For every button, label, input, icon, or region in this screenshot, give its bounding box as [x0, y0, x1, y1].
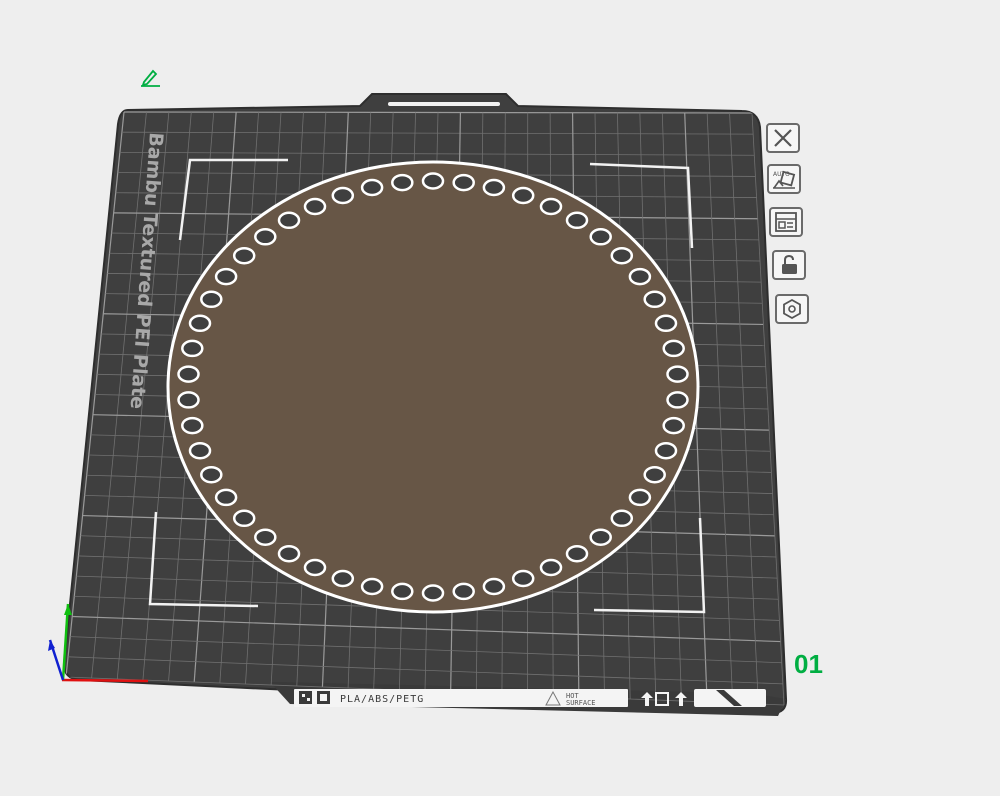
disc-hole: [482, 178, 506, 197]
plate-handle-slot: [388, 102, 500, 106]
disc-hole: [662, 339, 685, 358]
arrange-icon: [775, 212, 797, 232]
disc-hole: [188, 441, 212, 460]
disc-hole: [391, 173, 414, 192]
disc-hole: [589, 528, 612, 546]
disc-hole: [181, 339, 204, 358]
lock-plate-button[interactable]: [772, 250, 806, 280]
auto-orient-button[interactable]: AUTO: [767, 164, 801, 194]
disc-hole: [628, 267, 652, 286]
disc-hole: [331, 186, 355, 205]
disc-hole: [360, 577, 384, 596]
disc-hole: [277, 544, 301, 563]
unlock-icon: [782, 254, 797, 274]
disc-hole: [177, 365, 200, 383]
disc-hole: [421, 584, 445, 602]
disc-hole: [277, 211, 301, 230]
disc-hole: [565, 211, 589, 230]
disc-hole: [303, 558, 327, 577]
disc-hole: [539, 558, 563, 577]
disc-hole: [452, 173, 475, 192]
disc-hole: [662, 416, 685, 435]
disc-hole: [331, 569, 355, 588]
disc-object[interactable]: [166, 160, 700, 614]
hot-label-line2: SURFACE: [566, 699, 596, 707]
disc-hole: [666, 391, 689, 409]
disc-hole: [360, 178, 384, 197]
disc-hole: [181, 416, 204, 435]
disc-hole: [200, 465, 223, 484]
filament-label: PLA/ABS/PETG: [340, 694, 424, 705]
disc-hole: [654, 441, 678, 460]
disc-hole: [643, 290, 666, 309]
auto-orient-icon: AUTO: [773, 170, 796, 189]
disc-hole: [628, 488, 652, 507]
plate-number-label[interactable]: 01: [794, 649, 823, 680]
disc-hole: [254, 528, 277, 546]
disc-hole: [303, 197, 327, 216]
disc-hole: [610, 509, 634, 528]
disc-hole: [654, 314, 678, 333]
disc-hole: [539, 197, 563, 216]
disc-hole: [610, 246, 634, 265]
hexagon-settings-icon: [783, 298, 801, 320]
x-axis: [61, 678, 149, 683]
build-plate-viewport[interactable]: Bambu Textured PEI Plate PLA/ABS/PETG HO…: [0, 0, 1000, 796]
disc-hole: [452, 582, 475, 601]
plate-label-strip: PLA/ABS/PETG HOT SURFACE: [294, 689, 766, 707]
close-icon: [774, 129, 792, 147]
disc-hole: [511, 186, 535, 205]
disc-hole: [188, 314, 212, 333]
disc-hole: [511, 569, 535, 588]
disc-hole: [232, 246, 256, 265]
close-plate-button[interactable]: [766, 123, 800, 153]
disc-hole: [482, 577, 506, 596]
disc-hole: [200, 290, 223, 309]
disc-body[interactable]: [166, 160, 700, 614]
edit-plate-name-icon[interactable]: [138, 66, 164, 88]
disc-hole: [254, 228, 277, 246]
disc-hole: [421, 172, 445, 190]
disc-hole: [589, 228, 612, 246]
disc-hole: [643, 465, 666, 484]
plate-settings-button[interactable]: [775, 294, 809, 324]
disc-hole: [214, 267, 238, 286]
disc-hole: [232, 509, 256, 528]
disc-hole: [666, 365, 689, 383]
disc-hole: [565, 544, 589, 563]
label-icon-1: [299, 691, 312, 704]
disc-hole: [177, 391, 200, 409]
arrange-button[interactable]: [769, 207, 803, 237]
disc-hole: [214, 488, 238, 507]
disc-hole: [391, 582, 414, 601]
